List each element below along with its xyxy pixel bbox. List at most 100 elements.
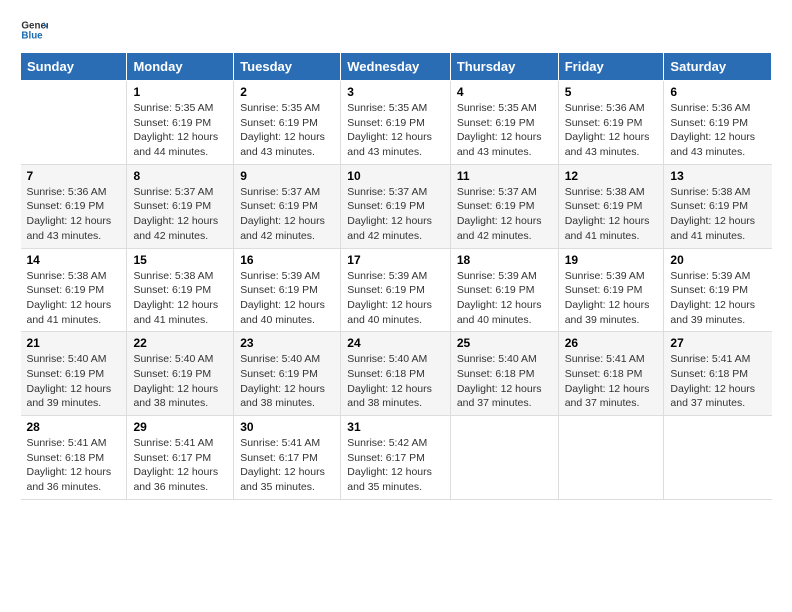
day-info: Sunrise: 5:35 AMSunset: 6:19 PMDaylight:… — [347, 101, 444, 160]
calendar-cell: 23 Sunrise: 5:40 AMSunset: 6:19 PMDayligh… — [234, 332, 341, 416]
weekday-header-tuesday: Tuesday — [234, 53, 341, 81]
calendar-cell: 6 Sunrise: 5:36 AMSunset: 6:19 PMDaylight… — [664, 81, 772, 165]
day-info: Sunrise: 5:35 AMSunset: 6:19 PMDaylight:… — [240, 101, 334, 160]
day-number: 18 — [457, 253, 552, 267]
daylight-text: Daylight: 12 hours and 39 minutes. — [565, 298, 658, 327]
sunrise-text: Sunrise: 5:37 AM — [133, 185, 227, 200]
calendar-cell: 21Sunrise: 5:40 AMSunset: 6:19 PMDayligh… — [21, 332, 127, 416]
daylight-text: Daylight: 12 hours and 36 minutes. — [133, 465, 227, 494]
sunrise-text: Sunrise: 5:39 AM — [240, 269, 334, 284]
day-number: 14 — [27, 253, 121, 267]
daylight-text: Daylight: 12 hours and 42 minutes. — [347, 214, 444, 243]
day-number: 19 — [565, 253, 658, 267]
day-info: Sunrise: 5:41 AMSunset: 6:17 PMDaylight:… — [240, 436, 334, 495]
day-info: Sunrise: 5:39 AMSunset: 6:19 PMDaylight:… — [565, 269, 658, 328]
day-number: 10 — [347, 169, 444, 183]
day-info: Sunrise: 5:36 AMSunset: 6:19 PMDaylight:… — [670, 101, 765, 160]
day-number: 9 — [240, 169, 334, 183]
calendar-cell: 15Sunrise: 5:38 AMSunset: 6:19 PMDayligh… — [127, 248, 234, 332]
day-number: 31 — [347, 420, 444, 434]
day-number: 20 — [670, 253, 765, 267]
sunrise-text: Sunrise: 5:38 AM — [133, 269, 227, 284]
sunrise-text: Sunrise: 5:36 AM — [670, 101, 765, 116]
calendar-cell: 8Sunrise: 5:37 AMSunset: 6:19 PMDaylight… — [127, 164, 234, 248]
day-info: Sunrise: 5:41 AMSunset: 6:18 PMDaylight:… — [670, 352, 765, 411]
calendar-cell: 12 Sunrise: 5:38 AMSunset: 6:19 PMDayligh… — [558, 164, 664, 248]
sunset-text: Sunset: 6:19 PM — [133, 199, 227, 214]
daylight-text: Daylight: 12 hours and 41 minutes. — [27, 298, 121, 327]
sunset-text: Sunset: 6:19 PM — [565, 283, 658, 298]
calendar-cell — [21, 81, 127, 165]
day-info: Sunrise: 5:39 AMSunset: 6:19 PMDaylight:… — [670, 269, 765, 328]
daylight-text: Daylight: 12 hours and 44 minutes. — [133, 130, 227, 159]
weekday-header-thursday: Thursday — [450, 53, 558, 81]
sunset-text: Sunset: 6:18 PM — [27, 451, 121, 466]
calendar-cell: 29Sunrise: 5:41 AMSunset: 6:17 PMDayligh… — [127, 416, 234, 500]
calendar-week-5: 28Sunrise: 5:41 AMSunset: 6:18 PMDayligh… — [21, 416, 772, 500]
sunrise-text: Sunrise: 5:41 AM — [133, 436, 227, 451]
calendar-cell: 31 Sunrise: 5:42 AMSunset: 6:17 PMDayligh… — [341, 416, 451, 500]
sunrise-text: Sunrise: 5:41 AM — [565, 352, 658, 367]
day-number: 4 — [457, 85, 552, 99]
day-info: Sunrise: 5:40 AMSunset: 6:19 PMDaylight:… — [240, 352, 334, 411]
sunset-text: Sunset: 6:19 PM — [240, 199, 334, 214]
day-number: 12 — [565, 169, 658, 183]
sunset-text: Sunset: 6:19 PM — [27, 199, 121, 214]
day-number: 28 — [27, 420, 121, 434]
weekday-header-wednesday: Wednesday — [341, 53, 451, 81]
sunset-text: Sunset: 6:19 PM — [133, 367, 227, 382]
calendar-cell: 1Sunrise: 5:35 AMSunset: 6:19 PMDaylight… — [127, 81, 234, 165]
calendar-cell: 26Sunrise: 5:41 AMSunset: 6:18 PMDayligh… — [558, 332, 664, 416]
sunrise-text: Sunrise: 5:35 AM — [240, 101, 334, 116]
daylight-text: Daylight: 12 hours and 40 minutes. — [457, 298, 552, 327]
sunrise-text: Sunrise: 5:37 AM — [240, 185, 334, 200]
sunset-text: Sunset: 6:19 PM — [27, 367, 121, 382]
day-info: Sunrise: 5:39 AMSunset: 6:19 PMDaylight:… — [240, 269, 334, 328]
sunset-text: Sunset: 6:19 PM — [27, 283, 121, 298]
calendar-cell: 17Sunrise: 5:39 AMSunset: 6:19 PMDayligh… — [341, 248, 451, 332]
day-number: 30 — [240, 420, 334, 434]
day-number: 2 — [240, 85, 334, 99]
daylight-text: Daylight: 12 hours and 43 minutes. — [27, 214, 121, 243]
sunset-text: Sunset: 6:18 PM — [457, 367, 552, 382]
sunrise-text: Sunrise: 5:38 AM — [27, 269, 121, 284]
day-number: 29 — [133, 420, 227, 434]
sunrise-text: Sunrise: 5:39 AM — [565, 269, 658, 284]
day-number: 8 — [133, 169, 227, 183]
daylight-text: Daylight: 12 hours and 35 minutes. — [240, 465, 334, 494]
daylight-text: Daylight: 12 hours and 43 minutes. — [240, 130, 334, 159]
day-info: Sunrise: 5:39 AMSunset: 6:19 PMDaylight:… — [457, 269, 552, 328]
calendar-cell: 27Sunrise: 5:41 AMSunset: 6:18 PMDayligh… — [664, 332, 772, 416]
day-info: Sunrise: 5:42 AMSunset: 6:17 PMDaylight:… — [347, 436, 444, 495]
daylight-text: Daylight: 12 hours and 43 minutes. — [670, 130, 765, 159]
day-number: 6 — [670, 85, 765, 99]
calendar-table: SundayMondayTuesdayWednesdayThursdayFrid… — [20, 52, 772, 500]
day-number: 17 — [347, 253, 444, 267]
calendar-week-4: 21Sunrise: 5:40 AMSunset: 6:19 PMDayligh… — [21, 332, 772, 416]
calendar-cell: 7Sunrise: 5:36 AMSunset: 6:19 PMDaylight… — [21, 164, 127, 248]
sunset-text: Sunset: 6:18 PM — [670, 367, 765, 382]
sunrise-text: Sunrise: 5:39 AM — [457, 269, 552, 284]
weekday-header-friday: Friday — [558, 53, 664, 81]
sunset-text: Sunset: 6:19 PM — [457, 283, 552, 298]
day-info: Sunrise: 5:38 AMSunset: 6:19 PMDaylight:… — [565, 185, 658, 244]
sunrise-text: Sunrise: 5:39 AM — [670, 269, 765, 284]
day-info: Sunrise: 5:41 AMSunset: 6:18 PMDaylight:… — [27, 436, 121, 495]
day-number: 1 — [133, 85, 227, 99]
day-number: 25 — [457, 336, 552, 350]
day-number: 26 — [565, 336, 658, 350]
day-info: Sunrise: 5:40 AMSunset: 6:19 PMDaylight:… — [133, 352, 227, 411]
daylight-text: Daylight: 12 hours and 43 minutes. — [347, 130, 444, 159]
sunset-text: Sunset: 6:19 PM — [565, 199, 658, 214]
day-info: Sunrise: 5:40 AMSunset: 6:18 PMDaylight:… — [457, 352, 552, 411]
sunrise-text: Sunrise: 5:37 AM — [347, 185, 444, 200]
sunset-text: Sunset: 6:18 PM — [565, 367, 658, 382]
calendar-cell: 22Sunrise: 5:40 AMSunset: 6:19 PMDayligh… — [127, 332, 234, 416]
calendar-cell: 11Sunrise: 5:37 AMSunset: 6:19 PMDayligh… — [450, 164, 558, 248]
logo-icon: General Blue — [20, 16, 48, 44]
day-number: 23 — [240, 336, 334, 350]
calendar-cell — [558, 416, 664, 500]
day-number: 15 — [133, 253, 227, 267]
day-info: Sunrise: 5:40 AMSunset: 6:18 PMDaylight:… — [347, 352, 444, 411]
sunrise-text: Sunrise: 5:36 AM — [27, 185, 121, 200]
